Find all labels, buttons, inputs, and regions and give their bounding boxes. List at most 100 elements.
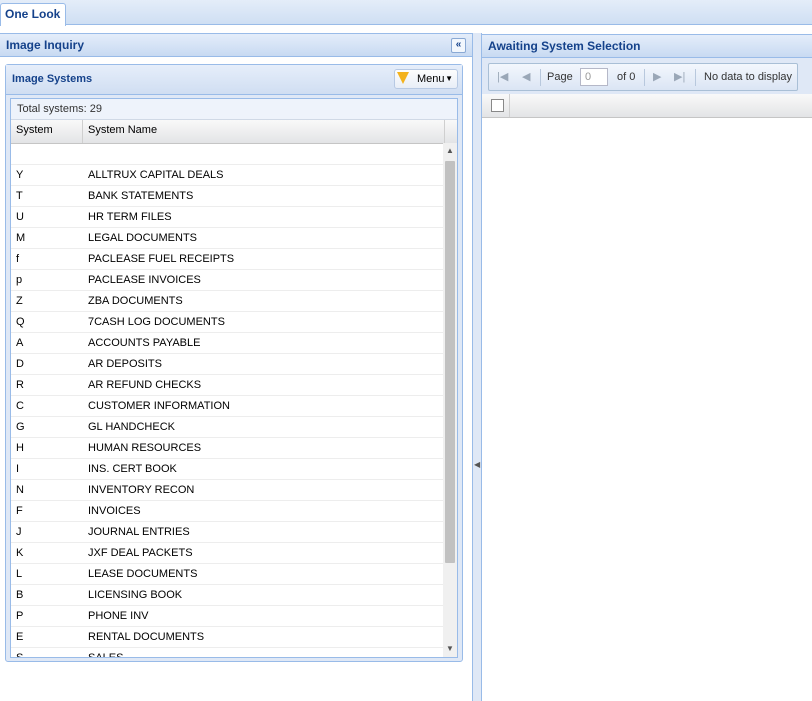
image-systems-title: Image Systems	[12, 73, 93, 85]
system-name-cell: PACLEASE INVOICES	[88, 274, 201, 286]
system-code-cell: S	[16, 648, 23, 657]
table-row[interactable]: p PACLEASE INVOICES	[11, 270, 445, 291]
table-row[interactable]: G GL HANDCHECK	[11, 417, 445, 438]
system-name-cell: RENTAL DOCUMENTS	[88, 631, 205, 643]
separator	[695, 69, 696, 86]
table-row[interactable]: H HUMAN RESOURCES	[11, 438, 445, 459]
table-row[interactable]: R AR REFUND CHECKS	[11, 375, 445, 396]
system-name-cell: ZBA DOCUMENTS	[88, 295, 183, 307]
table-row[interactable]: S SALES	[11, 648, 445, 657]
chevron-left-icon[interactable]: ◀	[474, 458, 480, 472]
chevron-down-icon: ▼	[445, 74, 453, 83]
scroll-up-icon[interactable]: ▲	[443, 143, 457, 159]
table-row[interactable]: K JXF DEAL PACKETS	[11, 543, 445, 564]
system-code-cell: f	[16, 253, 20, 265]
system-name-cell: PACLEASE FUEL RECEIPTS	[88, 253, 235, 265]
column-header-system[interactable]: System	[11, 120, 83, 143]
vertical-scrollbar[interactable]: ▲ ▼	[443, 143, 457, 657]
system-code-cell: G	[16, 421, 25, 433]
results-panel: Awaiting System Selection |◀ ◀ Page of 0…	[481, 33, 812, 701]
systems-grid: Total systems: 29 System System Name Y AL…	[10, 98, 458, 658]
system-code-cell: C	[16, 400, 24, 412]
results-title: Awaiting System Selection	[488, 39, 641, 53]
table-row[interactable]: D AR DEPOSITS	[11, 354, 445, 375]
table-row[interactable]: T BANK STATEMENTS	[11, 186, 445, 207]
system-name-cell: PHONE INV	[88, 610, 149, 622]
system-code-cell: P	[16, 610, 24, 622]
system-name-cell: LEASE DOCUMENTS	[88, 568, 198, 580]
systems-rows: Y ALLTRUX CAPITAL DEALS T BANK STATEMENTS U H…	[11, 143, 445, 657]
table-row[interactable]: Z ZBA DOCUMENTS	[11, 291, 445, 312]
menu-button[interactable]: Menu ▼	[394, 69, 458, 89]
system-code-cell: B	[16, 589, 24, 601]
table-row[interactable]: F INVOICES	[11, 501, 445, 522]
pager: |◀ ◀ Page of 0 ▶ ▶| No data to display	[488, 63, 798, 91]
system-name-cell: 7CASH LOG DOCUMENTS	[88, 316, 225, 328]
table-row[interactable]: B LICENSING BOOK	[11, 585, 445, 606]
scroll-down-icon[interactable]: ▼	[443, 641, 457, 657]
system-name-cell: HUMAN RESOURCES	[88, 442, 202, 454]
select-all-checkbox[interactable]	[491, 99, 504, 112]
system-code-cell: Z	[16, 295, 23, 307]
image-inquiry-header: Image Inquiry «	[0, 33, 472, 57]
results-grid-header	[482, 94, 812, 118]
system-code-cell: J	[16, 526, 22, 538]
empty-message: No data to display	[704, 71, 793, 83]
system-name-cell: CUSTOMER INFORMATION	[88, 400, 230, 412]
image-systems-panel: Image Systems Menu ▼ Total systems: 29 S…	[5, 64, 463, 662]
tab-bar: One Look	[0, 0, 812, 26]
column-divider	[509, 94, 510, 117]
system-name-cell: JXF DEAL PACKETS	[88, 547, 193, 559]
page-input[interactable]	[580, 68, 608, 86]
table-row[interactable]: f PACLEASE FUEL RECEIPTS	[11, 249, 445, 270]
filter-icon	[397, 72, 409, 84]
system-code-cell: A	[16, 337, 24, 349]
table-row[interactable]: Q 7CASH LOG DOCUMENTS	[11, 312, 445, 333]
system-name-cell: JOURNAL ENTRIES	[88, 526, 190, 538]
table-row[interactable]: U HR TERM FILES	[11, 207, 445, 228]
system-code-cell: D	[16, 358, 24, 370]
table-row[interactable]: Y ALLTRUX CAPITAL DEALS	[11, 165, 445, 186]
system-code-cell: R	[16, 379, 24, 391]
scroll-thumb[interactable]	[445, 161, 455, 563]
table-row[interactable]: C CUSTOMER INFORMATION	[11, 396, 445, 417]
separator	[540, 69, 541, 86]
table-row[interactable]: M LEGAL DOCUMENTS	[11, 228, 445, 249]
table-row[interactable]: I INS. CERT BOOK	[11, 459, 445, 480]
table-row[interactable]: P PHONE INV	[11, 606, 445, 627]
system-name-cell: INVENTORY RECON	[88, 484, 195, 496]
table-row[interactable]: E RENTAL DOCUMENTS	[11, 627, 445, 648]
system-name-cell: AR DEPOSITS	[88, 358, 162, 370]
results-header: Awaiting System Selection	[482, 34, 812, 58]
system-name-cell: ACCOUNTS PAYABLE	[88, 337, 201, 349]
system-name-cell: INVOICES	[88, 505, 141, 517]
system-code-cell: N	[16, 484, 24, 496]
separator	[644, 69, 645, 86]
system-code-cell: I	[16, 463, 20, 475]
menu-label: Menu	[417, 73, 445, 85]
of-label: of 0	[617, 71, 636, 83]
image-inquiry-panel: Image Inquiry « Image Systems Menu ▼ Tot…	[0, 33, 473, 701]
tab-one-look[interactable]: One Look	[0, 3, 66, 26]
system-name-cell: LEGAL DOCUMENTS	[88, 232, 198, 244]
first-page-icon[interactable]: |◀	[497, 69, 508, 85]
table-row[interactable]: L LEASE DOCUMENTS	[11, 564, 445, 585]
table-row[interactable]: N INVENTORY RECON	[11, 480, 445, 501]
system-code-cell: Y	[16, 169, 24, 181]
collapse-left-icon[interactable]: «	[451, 38, 466, 53]
system-code-cell: T	[16, 190, 23, 202]
column-header-system-name[interactable]: System Name	[83, 120, 445, 143]
next-page-icon[interactable]: ▶	[653, 69, 661, 85]
last-page-icon[interactable]: ▶|	[674, 69, 685, 85]
panel-splitter[interactable]: ◀	[473, 33, 481, 701]
system-name-cell: AR REFUND CHECKS	[88, 379, 202, 391]
table-row[interactable]: A ACCOUNTS PAYABLE	[11, 333, 445, 354]
prev-page-icon[interactable]: ◀	[522, 69, 530, 85]
grid-header: System System Name	[11, 120, 457, 144]
system-code-cell: E	[16, 631, 24, 643]
system-code-cell: M	[16, 232, 26, 244]
system-name-cell: ALLTRUX CAPITAL DEALS	[88, 169, 224, 181]
system-name-cell: LICENSING BOOK	[88, 589, 183, 601]
system-code-cell: p	[16, 274, 23, 286]
table-row[interactable]: J JOURNAL ENTRIES	[11, 522, 445, 543]
